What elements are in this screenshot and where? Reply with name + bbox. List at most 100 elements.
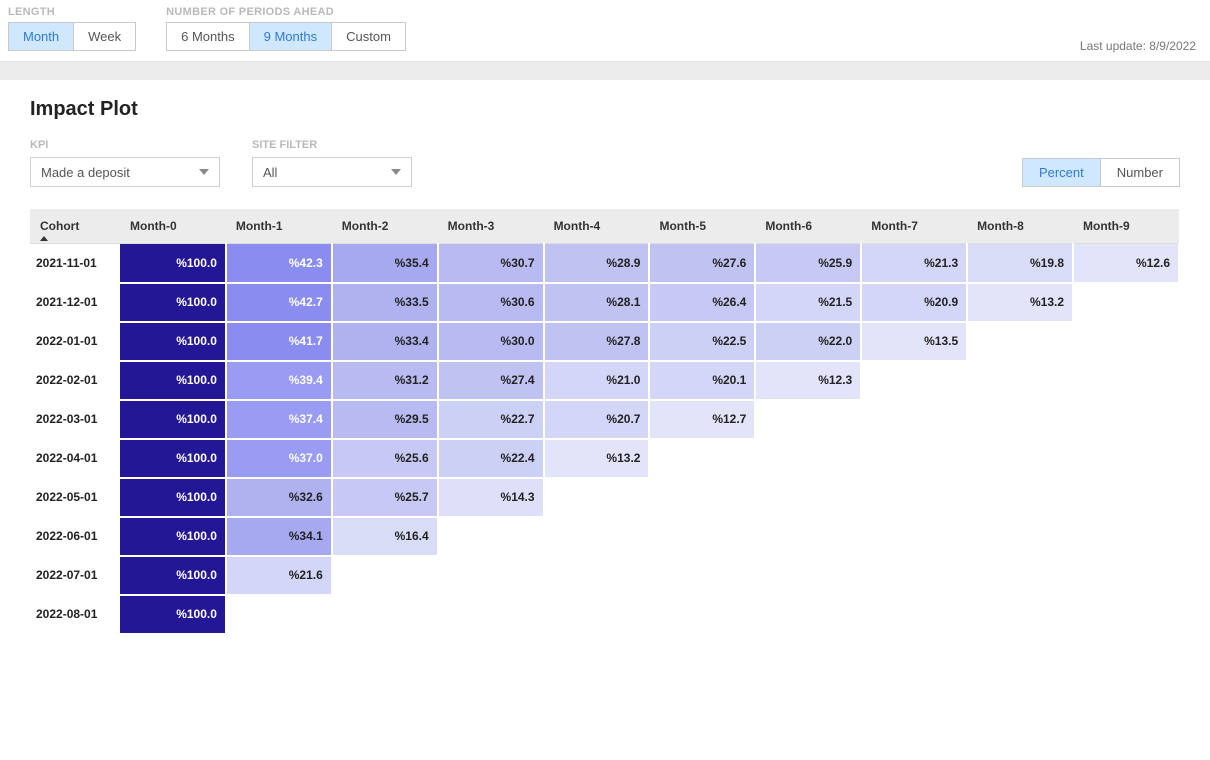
col-header-month-6[interactable]: Month-6 bbox=[755, 209, 861, 244]
heatmap-cell: %29.5 bbox=[332, 400, 438, 439]
cell-value: %37.0 bbox=[227, 440, 331, 477]
cell-value: %20.1 bbox=[650, 362, 754, 399]
header-row: CohortMonth-0Month-1Month-2Month-3Month-… bbox=[30, 209, 1179, 244]
cell-value: %100.0 bbox=[120, 440, 225, 477]
heatmap-cell: %22.4 bbox=[438, 439, 544, 478]
cell-value: %100.0 bbox=[120, 518, 225, 555]
cell-value: %27.6 bbox=[650, 244, 754, 282]
cell-value: %25.7 bbox=[333, 479, 437, 516]
length-option-month[interactable]: Month bbox=[9, 23, 74, 50]
heatmap-cell bbox=[861, 400, 967, 439]
cell-value: %25.6 bbox=[333, 440, 437, 477]
value-toggle-number[interactable]: Number bbox=[1101, 159, 1179, 186]
heatmap-cell: %42.7 bbox=[226, 283, 332, 322]
table-row: 2022-01-01%100.0%41.7%33.4%30.0%27.8%22.… bbox=[30, 322, 1179, 361]
heatmap-cell bbox=[967, 439, 1073, 478]
heatmap-cell: %13.2 bbox=[967, 283, 1073, 322]
col-header-month-4[interactable]: Month-4 bbox=[544, 209, 650, 244]
heatmap-cell: %12.3 bbox=[755, 361, 861, 400]
heatmap-cell: %13.5 bbox=[861, 322, 967, 361]
heatmap-cell: %22.0 bbox=[755, 322, 861, 361]
heatmap-cell: %31.2 bbox=[332, 361, 438, 400]
col-header-month-0[interactable]: Month-0 bbox=[120, 209, 226, 244]
kpi-dropdown[interactable]: Made a deposit bbox=[30, 157, 220, 187]
cell-value: %13.2 bbox=[545, 440, 649, 477]
heatmap-cell: %25.9 bbox=[755, 244, 861, 283]
filters-row: KPI Made a deposit SITE FILTER All Perce… bbox=[30, 139, 1180, 187]
heatmap-cell: %12.6 bbox=[1073, 244, 1179, 283]
heatmap-cell bbox=[967, 361, 1073, 400]
site-label: SITE FILTER bbox=[252, 139, 412, 151]
sort-ascending-icon bbox=[40, 236, 48, 241]
value-toggle-percent[interactable]: Percent bbox=[1023, 159, 1101, 186]
heatmap-cell bbox=[861, 556, 967, 595]
heatmap-cell bbox=[755, 400, 861, 439]
col-header-month-9[interactable]: Month-9 bbox=[1073, 209, 1179, 244]
col-header-cohort[interactable]: Cohort bbox=[30, 209, 120, 244]
periods-option-9-months[interactable]: 9 Months bbox=[250, 23, 332, 50]
cell-value: %27.4 bbox=[439, 362, 543, 399]
length-option-week[interactable]: Week bbox=[74, 23, 135, 50]
cell-value: %22.0 bbox=[756, 323, 860, 360]
cell-value: %30.0 bbox=[439, 323, 543, 360]
periods-option-6-months[interactable]: 6 Months bbox=[167, 23, 249, 50]
heatmap-cell: %34.1 bbox=[226, 517, 332, 556]
cell-value: %31.2 bbox=[333, 362, 437, 399]
cohort-label: 2022-03-01 bbox=[30, 400, 120, 439]
heatmap-cell bbox=[332, 595, 438, 634]
heatmap-cell: %35.4 bbox=[332, 244, 438, 283]
last-update-text: Last update: 8/9/2022 bbox=[1080, 39, 1196, 53]
cell-value: %100.0 bbox=[120, 362, 225, 399]
site-dropdown[interactable]: All bbox=[252, 157, 412, 187]
cell-value: %19.8 bbox=[968, 244, 1072, 282]
heatmap-cell bbox=[1073, 439, 1179, 478]
heatmap-cell bbox=[967, 595, 1073, 634]
col-header-month-8[interactable]: Month-8 bbox=[967, 209, 1073, 244]
heatmap-cell: %21.3 bbox=[861, 244, 967, 283]
heatmap-cell bbox=[861, 439, 967, 478]
cohort-label: 2022-07-01 bbox=[30, 556, 120, 595]
heatmap-cell: %19.8 bbox=[967, 244, 1073, 283]
table-row: 2022-07-01%100.0%21.6 bbox=[30, 556, 1179, 595]
value-toggle: PercentNumber bbox=[1022, 158, 1180, 187]
heatmap-cell: %37.0 bbox=[226, 439, 332, 478]
col-header-month-5[interactable]: Month-5 bbox=[649, 209, 755, 244]
col-header-month-3[interactable]: Month-3 bbox=[438, 209, 544, 244]
heatmap-cell: %30.7 bbox=[438, 244, 544, 283]
cohort-label: 2022-02-01 bbox=[30, 361, 120, 400]
col-header-month-2[interactable]: Month-2 bbox=[332, 209, 438, 244]
kpi-value: Made a deposit bbox=[41, 165, 130, 180]
cell-value: %39.4 bbox=[227, 362, 331, 399]
cell-value: %21.0 bbox=[545, 362, 649, 399]
heatmap-cell: %22.7 bbox=[438, 400, 544, 439]
heatmap-cell: %30.0 bbox=[438, 322, 544, 361]
periods-seg: 6 Months9 MonthsCustom bbox=[166, 22, 406, 51]
site-value: All bbox=[263, 165, 277, 180]
cell-value: %22.4 bbox=[439, 440, 543, 477]
cell-value: %27.8 bbox=[545, 323, 649, 360]
length-seg: MonthWeek bbox=[8, 22, 136, 51]
col-header-month-7[interactable]: Month-7 bbox=[861, 209, 967, 244]
heatmap-cell bbox=[1073, 322, 1179, 361]
chevron-down-icon bbox=[199, 169, 209, 175]
heatmap-cell bbox=[226, 595, 332, 634]
chevron-down-icon bbox=[391, 169, 401, 175]
cell-value: %22.5 bbox=[650, 323, 754, 360]
heatmap-cell: %27.8 bbox=[544, 322, 650, 361]
cell-value: %26.4 bbox=[650, 284, 754, 321]
cell-value: %28.1 bbox=[545, 284, 649, 321]
periods-option-custom[interactable]: Custom bbox=[332, 23, 405, 50]
top-bar: LENGTH MonthWeek NUMBER OF PERIODS AHEAD… bbox=[0, 0, 1210, 62]
cell-value: %16.4 bbox=[333, 518, 437, 555]
cell-value: %100.0 bbox=[120, 596, 225, 633]
cell-value: %33.4 bbox=[333, 323, 437, 360]
heatmap-cell bbox=[649, 556, 755, 595]
col-header-month-1[interactable]: Month-1 bbox=[226, 209, 332, 244]
cell-value: %35.4 bbox=[333, 244, 437, 282]
cell-value: %13.2 bbox=[968, 284, 1072, 321]
heatmap-cell bbox=[544, 556, 650, 595]
cell-value: %20.9 bbox=[862, 284, 966, 321]
cell-value: %100.0 bbox=[120, 244, 225, 282]
cell-value: %100.0 bbox=[120, 284, 225, 321]
cell-value: %41.7 bbox=[227, 323, 331, 360]
